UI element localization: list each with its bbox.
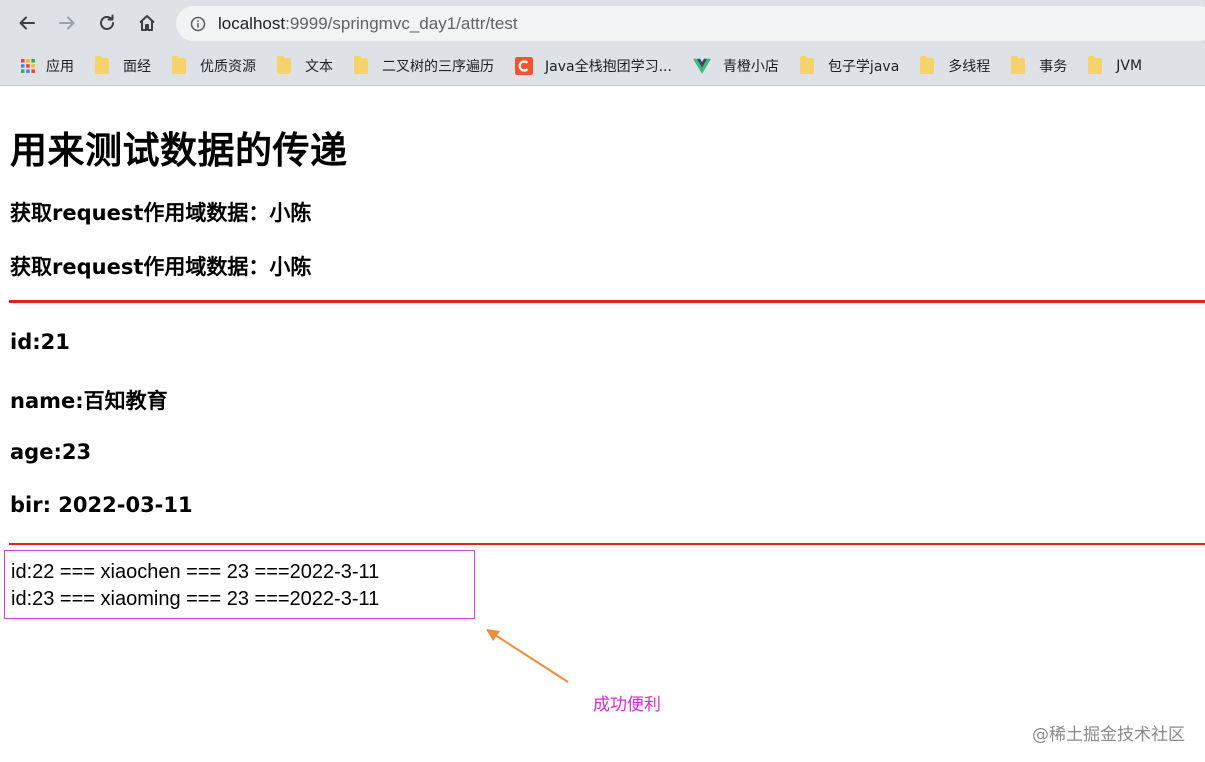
- back-button[interactable]: [12, 8, 42, 38]
- bookmark-qingcheng[interactable]: 青橙小店: [691, 51, 787, 81]
- arrow-right-icon: [59, 16, 75, 30]
- list-item: id:23 === xiaoming === 23 ===2022-3-11: [11, 588, 380, 610]
- user-age: age:23: [10, 440, 92, 464]
- forward-button[interactable]: [52, 8, 82, 38]
- bookmark-label: 二叉树的三序遍历: [382, 58, 494, 75]
- folder-icon: [1011, 55, 1026, 74]
- bookmark-label: 文本: [305, 58, 333, 75]
- bookmark-label: JVM: [1116, 57, 1143, 74]
- list-item: id:22 === xiaochen === 23 ===2022-3-11: [11, 561, 380, 583]
- page-content: 用来测试数据的传递 获取request作用域数据：小陈 获取request作用域…: [0, 87, 1205, 762]
- bookmark-resources[interactable]: 优质资源: [170, 51, 264, 81]
- bookmark-tree-traversal[interactable]: 二叉树的三序遍历: [352, 51, 502, 81]
- reload-icon: [100, 14, 114, 30]
- bookmark-label: 包子学java: [827, 58, 900, 75]
- csdn-icon: [515, 56, 533, 75]
- bookmark-transaction[interactable]: 事务: [1009, 51, 1075, 81]
- user-name: name:百知教育: [10, 389, 168, 413]
- request-scope-line-2: 获取request作用域数据：小陈: [10, 255, 312, 279]
- bookmark-apps[interactable]: 应用: [18, 51, 82, 81]
- folder-icon: [354, 55, 368, 74]
- folder-icon: [172, 55, 186, 74]
- bookmark-label: 面经: [123, 58, 151, 75]
- annotation-arrow: [486, 629, 569, 683]
- reload-button[interactable]: [92, 8, 122, 38]
- bookmark-label: 青橙小店: [722, 58, 779, 75]
- annotation-text: 成功便利: [593, 695, 661, 715]
- home-icon: [139, 15, 155, 31]
- vue-icon: [692, 58, 711, 74]
- info-icon[interactable]: [190, 16, 206, 32]
- bookmark-label: 事务: [1039, 58, 1068, 75]
- folder-icon: [799, 55, 814, 74]
- apps-grid-icon: [21, 58, 35, 73]
- bookmark-mianjing[interactable]: 面经: [93, 51, 159, 81]
- bookmark-label: 优质资源: [200, 58, 256, 75]
- arrow-left-icon: [19, 16, 35, 30]
- bookmark-baozi-java[interactable]: 包子学java: [798, 51, 907, 81]
- bookmark-label: Java全栈抱团学习...: [545, 58, 672, 75]
- folder-icon: [1088, 55, 1103, 74]
- user-list-highlight: id:22 === xiaochen === 23 ===2022-3-11 i…: [4, 550, 475, 619]
- bookmark-multithread[interactable]: 多线程: [918, 51, 998, 81]
- bookmarks-bar: 应用 面经 优质资源 文本 二叉树的三序遍历 Java全栈抱团学习... 青橙小…: [0, 46, 1205, 86]
- divider-red: [9, 300, 1205, 303]
- url-text[interactable]: localhost:9999/springmvc_day1/attr/test: [218, 14, 518, 34]
- bookmark-java-fullstack[interactable]: Java全栈抱团学习...: [513, 51, 680, 81]
- bookmark-text[interactable]: 文本: [275, 51, 341, 81]
- folder-icon: [920, 55, 935, 74]
- browser-toolbar: localhost:9999/springmvc_day1/attr/test: [0, 0, 1205, 46]
- user-birthday: bir: 2022-03-11: [10, 493, 193, 517]
- folder-icon: [95, 55, 109, 74]
- request-scope-line-1: 获取request作用域数据：小陈: [10, 201, 312, 225]
- watermark: @稀土掘金技术社区: [1032, 725, 1185, 745]
- home-button[interactable]: [132, 8, 162, 38]
- page-title: 用来测试数据的传递: [10, 129, 348, 172]
- bookmark-label: 应用: [46, 58, 74, 75]
- bookmark-label: 多线程: [948, 58, 991, 75]
- divider-red: [9, 543, 1205, 545]
- folder-icon: [277, 55, 291, 74]
- bookmark-jvm[interactable]: JVM: [1086, 51, 1150, 81]
- address-bar[interactable]: localhost:9999/springmvc_day1/attr/test: [176, 6, 1205, 41]
- user-id: id:21: [10, 330, 70, 354]
